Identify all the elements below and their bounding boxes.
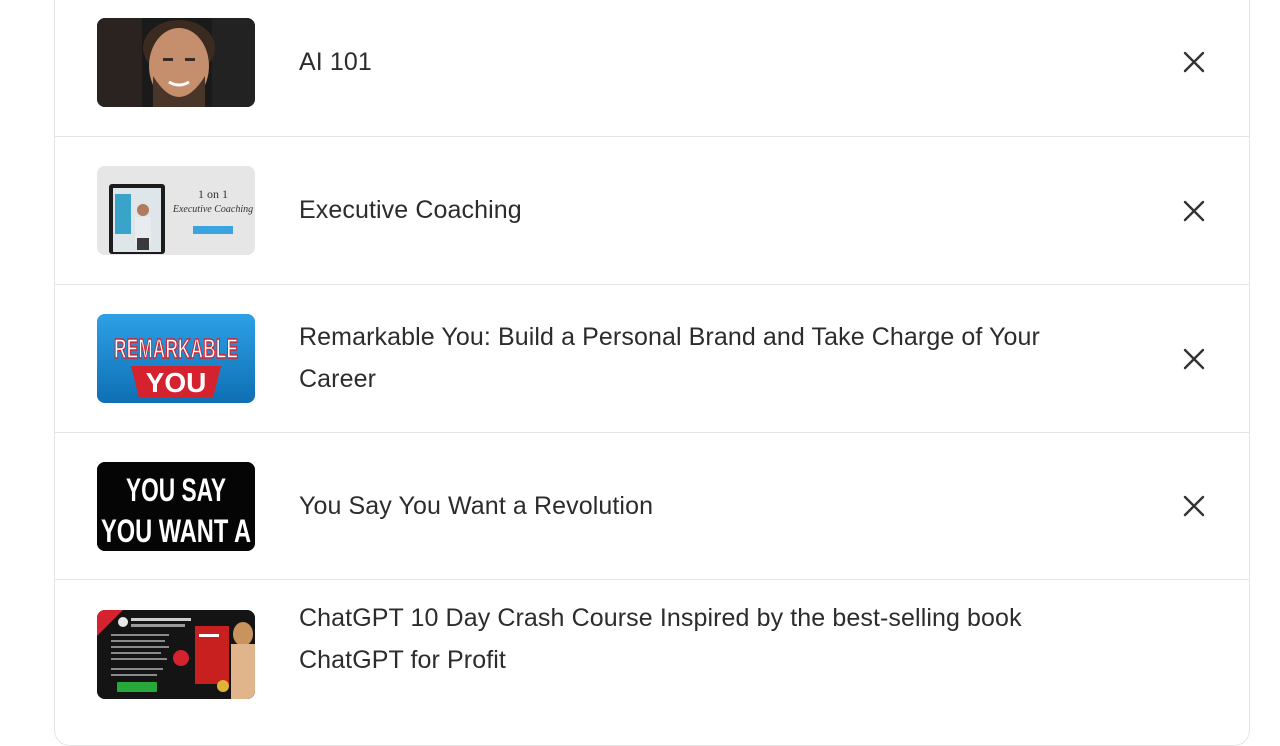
remove-course-button[interactable] — [1179, 344, 1209, 374]
thumb-caption: YOU SAY — [126, 472, 226, 508]
instructor-portrait-image — [97, 18, 255, 107]
chatgpt-course-image — [97, 610, 255, 699]
course-title[interactable]: Executive Coaching — [299, 189, 1119, 231]
list-item[interactable]: YOU SAY YOU WANT A You Say You Want a Re… — [55, 432, 1249, 579]
list-item[interactable]: AI 101 — [55, 0, 1249, 136]
course-thumbnail[interactable]: YOU SAY YOU WANT A — [97, 462, 255, 551]
course-title[interactable]: ChatGPT 10 Day Crash Course Inspired by … — [299, 597, 1119, 681]
remove-course-button[interactable] — [1179, 196, 1209, 226]
course-thumbnail[interactable] — [97, 18, 255, 107]
thumb-caption: Executive Coaching — [172, 204, 253, 215]
revolution-image: YOU SAY YOU WANT A — [97, 462, 255, 551]
course-thumbnail[interactable]: REMARKABLE YOU — [97, 314, 255, 403]
close-icon — [1183, 348, 1205, 370]
close-icon — [1183, 51, 1205, 73]
close-icon — [1183, 495, 1205, 517]
list-item[interactable]: ChatGPT 10 Day Crash Course Inspired by … — [55, 579, 1249, 745]
remove-course-button[interactable] — [1179, 491, 1209, 521]
thumb-caption: YOU — [146, 367, 207, 398]
close-icon — [1183, 200, 1205, 222]
executive-coaching-image: 1 on 1 Executive Coaching — [97, 166, 255, 255]
thumb-caption: 1 on 1 — [198, 187, 228, 201]
course-title[interactable]: You Say You Want a Revolution — [299, 485, 1119, 527]
remove-course-button[interactable] — [1179, 47, 1209, 77]
course-thumbnail[interactable] — [97, 610, 255, 699]
course-title[interactable]: Remarkable You: Build a Personal Brand a… — [299, 316, 1119, 400]
course-list-card: AI 101 1 on 1 Executive Coaching Executi… — [54, 0, 1250, 746]
thumb-caption: REMARKABLE — [114, 333, 238, 364]
list-item[interactable]: 1 on 1 Executive Coaching Executive Coac… — [55, 136, 1249, 284]
list-item[interactable]: REMARKABLE YOU Remarkable You: Build a P… — [55, 284, 1249, 432]
thumb-caption: YOU WANT A — [101, 513, 251, 549]
course-thumbnail[interactable]: 1 on 1 Executive Coaching — [97, 166, 255, 255]
course-title[interactable]: AI 101 — [299, 41, 1119, 83]
remarkable-you-image: REMARKABLE YOU — [97, 314, 255, 403]
